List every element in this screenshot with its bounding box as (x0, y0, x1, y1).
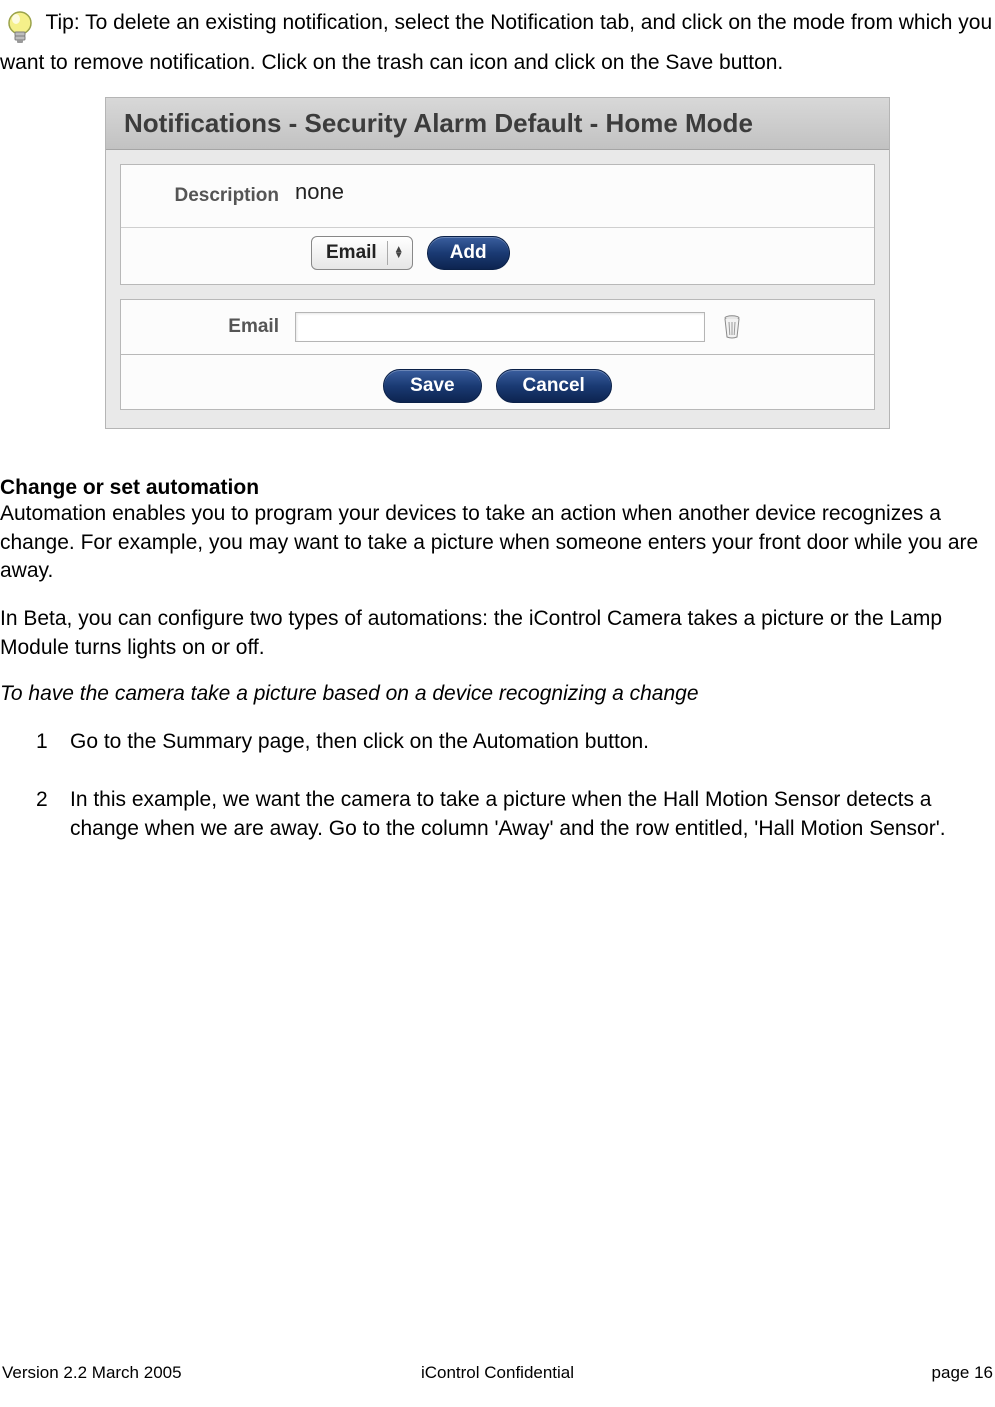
save-button[interactable]: Save (383, 369, 481, 403)
tip-text: Tip: To delete an existing notification,… (0, 11, 992, 74)
notification-type-select[interactable]: Email ▲▼ (311, 236, 413, 270)
dialog-title: Notifications - Security Alarm Default -… (106, 98, 889, 150)
page-footer: Version 2.2 March 2005 iControl Confiden… (0, 1363, 995, 1383)
automation-subheading: To have the camera take a picture based … (0, 662, 995, 706)
footer-center: iControl Confidential (0, 1363, 995, 1383)
description-panel: Description none Email ▲▼ Add (120, 164, 875, 285)
step-item: 1 Go to the Summary page, then click on … (36, 728, 995, 786)
automation-para-1: Automation enables you to program your d… (0, 500, 995, 585)
description-label: Description (135, 185, 295, 207)
step-item: 2 In this example, we want the camera to… (36, 786, 995, 873)
email-input[interactable] (295, 312, 705, 342)
step-number: 2 (36, 786, 70, 843)
step-text: Go to the Summary page, then click on th… (70, 728, 995, 756)
trash-icon[interactable] (721, 314, 743, 340)
tip-block: Tip: To delete an existing notification,… (0, 0, 995, 77)
add-button[interactable]: Add (427, 236, 510, 270)
actions-panel: Save Cancel (120, 355, 875, 410)
notifications-dialog: Notifications - Security Alarm Default -… (105, 97, 890, 429)
actions-row: Save Cancel (121, 355, 874, 409)
automation-para-2: In Beta, you can configure two types of … (0, 585, 995, 662)
type-add-row: Email ▲▼ Add (121, 228, 874, 284)
lightbulb-icon (0, 8, 40, 48)
automation-steps: 1 Go to the Summary page, then click on … (0, 706, 995, 873)
cancel-button[interactable]: Cancel (496, 369, 612, 403)
screenshot-container: Notifications - Security Alarm Default -… (0, 77, 995, 464)
step-number: 1 (36, 728, 70, 756)
email-panel: Email (120, 299, 875, 355)
email-label: Email (135, 316, 295, 338)
updown-icon: ▲▼ (394, 247, 408, 259)
select-value: Email (326, 242, 377, 264)
email-row: Email (121, 300, 874, 354)
automation-heading: Change or set automation (0, 464, 995, 500)
description-value: none (295, 177, 344, 215)
step-text: In this example, we want the camera to t… (70, 786, 995, 843)
description-row: Description none (121, 165, 874, 228)
